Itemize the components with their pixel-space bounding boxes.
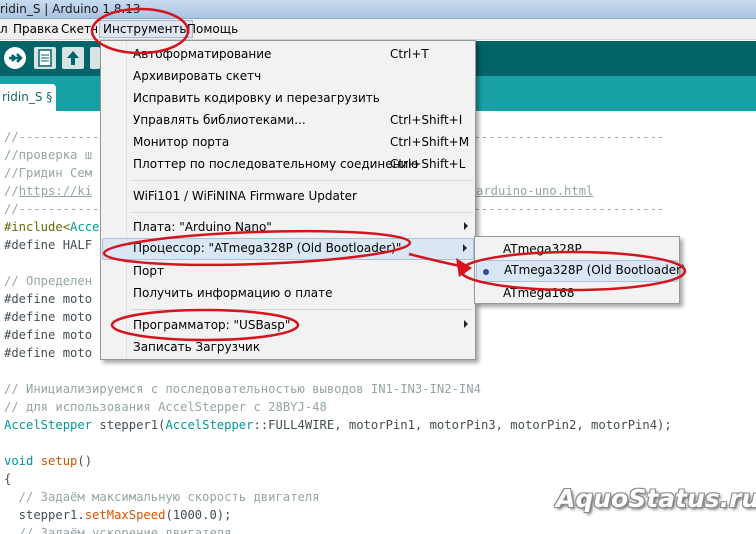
menu-item-label: Автоформатирование — [133, 47, 272, 61]
window-title: ridin_S | Arduino 1.8.13 — [0, 2, 141, 16]
code-line: // Определен — [4, 274, 93, 288]
menu-item-label: Плата: "Arduino Nano" — [133, 220, 272, 234]
menu-separator — [131, 180, 473, 181]
menu-item-label: Архивировать скетч — [133, 69, 262, 83]
tools-menu: Автоформатирование Ctrl+T Архивировать с… — [100, 40, 476, 360]
menu-item-archive-sketch[interactable]: Архивировать скетч — [102, 66, 474, 88]
menu-item-shortcut: Ctrl+Shift+I — [390, 113, 463, 127]
menu-help[interactable]: Помощь — [187, 22, 238, 36]
menu-item-label: Записать Загрузчик — [133, 340, 261, 354]
title-bar: ridin_S | Arduino 1.8.13 — [0, 0, 756, 19]
code-line: // Задаём ускорение двигателя — [4, 526, 232, 534]
processor-option-label: ATmega328P (Old Bootloader) — [504, 263, 686, 277]
processor-submenu: ATmega328P ATmega328P (Old Bootloader) A… — [474, 236, 686, 305]
menu-item-manage-libraries[interactable]: Управлять библиотеками... Ctrl+Shift+I — [102, 110, 474, 132]
menu-item-shortcut: Ctrl+Shift+M — [390, 135, 470, 149]
submenu-arrow-icon — [464, 320, 468, 328]
code-token: () — [77, 454, 93, 468]
menu-item-label: Управлять библиотеками... — [133, 113, 306, 127]
code-link[interactable]: https://ki — [19, 184, 92, 198]
menu-bar: л Правка Скетч Инструменты Помощь — [0, 19, 756, 40]
radio-selected-icon — [483, 269, 489, 275]
code-line: //https://ki — [4, 182, 92, 200]
code-line: #define moto — [4, 328, 93, 342]
menu-edit[interactable]: Правка — [13, 22, 59, 36]
menu-item-firmware-updater[interactable]: WiFi101 / WiFiNINA Firmware Updater — [102, 186, 474, 208]
code-token: AccelStepper — [4, 418, 93, 432]
code-token: AccelStepper — [165, 418, 254, 432]
code-token: setMaxSpeed — [84, 508, 166, 522]
processor-option-selected[interactable]: ATmega328P (Old Bootloader) — [476, 260, 686, 282]
menu-item-fix-encoding[interactable]: Исправить кодировку и перезагрузить — [102, 88, 474, 110]
menu-sketch[interactable]: Скетч — [61, 22, 98, 36]
tab-sketch[interactable]: ridin_S § — [0, 84, 56, 111]
code-line: // Инициализируемся с последовательность… — [4, 382, 481, 396]
code-line: #define moto — [4, 310, 93, 324]
code-link-tail[interactable]: arduino-uno.html — [476, 182, 593, 200]
code-line: #define moto — [4, 346, 93, 360]
code-token: ::FULL4WIRE, motorPin1, motorPin3, motor… — [253, 418, 672, 432]
code-token: stepper1. — [4, 508, 85, 522]
code-line: { — [4, 472, 12, 486]
processor-option[interactable]: ATmega328P — [476, 239, 678, 261]
save-icon[interactable] — [90, 47, 100, 69]
menu-file[interactable]: л — [0, 22, 8, 36]
code-token: (1000.0); — [165, 508, 232, 522]
menu-item-shortcut: Ctrl+T — [390, 47, 429, 61]
menu-item-burn-bootloader[interactable]: Записать Загрузчик — [102, 337, 474, 359]
menu-tools[interactable]: Инструменты — [99, 20, 193, 38]
comment-prefix: // — [4, 184, 19, 198]
code-token: Acce — [70, 220, 100, 234]
menu-separator — [131, 309, 473, 310]
code-line: //проверка ш — [4, 148, 93, 162]
menu-item-label: Порт — [133, 264, 164, 278]
menu-item-label: WiFi101 / WiFiNINA Firmware Updater — [133, 189, 357, 203]
menu-separator — [131, 212, 473, 213]
code-line: #include<Acce — [4, 218, 99, 236]
open-icon[interactable] — [62, 47, 84, 69]
code-line: stepper1.setMaxSpeed(1000.0); — [4, 506, 232, 524]
watermark: AquoStatus.ru — [556, 484, 756, 513]
menu-item-processor[interactable]: Процессор: "ATmega328P (Old Bootloader)" — [102, 238, 474, 260]
code-token: stepper1( — [92, 418, 166, 432]
code-line: //Гридин Сем — [4, 166, 93, 180]
tab-label: ridin_S § — [2, 90, 53, 104]
new-icon[interactable] — [34, 47, 56, 69]
menu-item-label: Исправить кодировку и перезагрузить — [133, 91, 380, 105]
code-line: // Задаём максимальную скорость двигател… — [4, 490, 320, 504]
submenu-arrow-icon — [464, 266, 468, 274]
code-line: #define HALF — [4, 238, 93, 252]
processor-option-label: ATmega328P — [503, 242, 582, 256]
menu-item-port[interactable]: Порт — [102, 261, 474, 283]
menu-item-serial-plotter[interactable]: Плоттер по последовательному соединению … — [102, 154, 474, 176]
menu-item-board[interactable]: Плата: "Arduino Nano" — [102, 217, 474, 239]
code-line: void setup() — [4, 452, 92, 470]
code-line: #define moto — [4, 292, 93, 306]
code-token: #include< — [4, 220, 71, 234]
processor-option-label: ATmega168 — [503, 286, 575, 300]
menu-item-serial-monitor[interactable]: Монитор порта Ctrl+Shift+M — [102, 132, 474, 154]
menu-item-label: Получить информацию о плате — [133, 286, 333, 300]
menu-item-programmer[interactable]: Программатор: "USBasp" — [102, 315, 474, 337]
menu-item-shortcut: Ctrl+Shift+L — [390, 157, 466, 171]
menu-item-autoformat[interactable]: Автоформатирование Ctrl+T — [102, 44, 474, 66]
submenu-arrow-icon — [463, 244, 467, 252]
code-line: AccelStepper stepper1(AccelStepper::FULL… — [4, 416, 672, 434]
code-line: // для использования AccelStepper с 28BY… — [4, 400, 327, 414]
menu-item-label: Программатор: "USBasp" — [133, 318, 291, 332]
menu-item-label: Монитор порта — [133, 135, 230, 149]
menu-item-label: Процессор: "ATmega328P (Old Bootloader)" — [133, 241, 402, 255]
menu-item-label: Плоттер по последовательному соединению — [133, 157, 419, 171]
code-token: void — [4, 454, 34, 468]
menu-item-board-info[interactable]: Получить информацию о плате — [102, 283, 474, 305]
verify-icon[interactable] — [4, 47, 26, 69]
submenu-arrow-icon — [464, 222, 468, 230]
processor-option[interactable]: ATmega168 — [476, 283, 678, 305]
code-token: setup — [40, 454, 78, 468]
